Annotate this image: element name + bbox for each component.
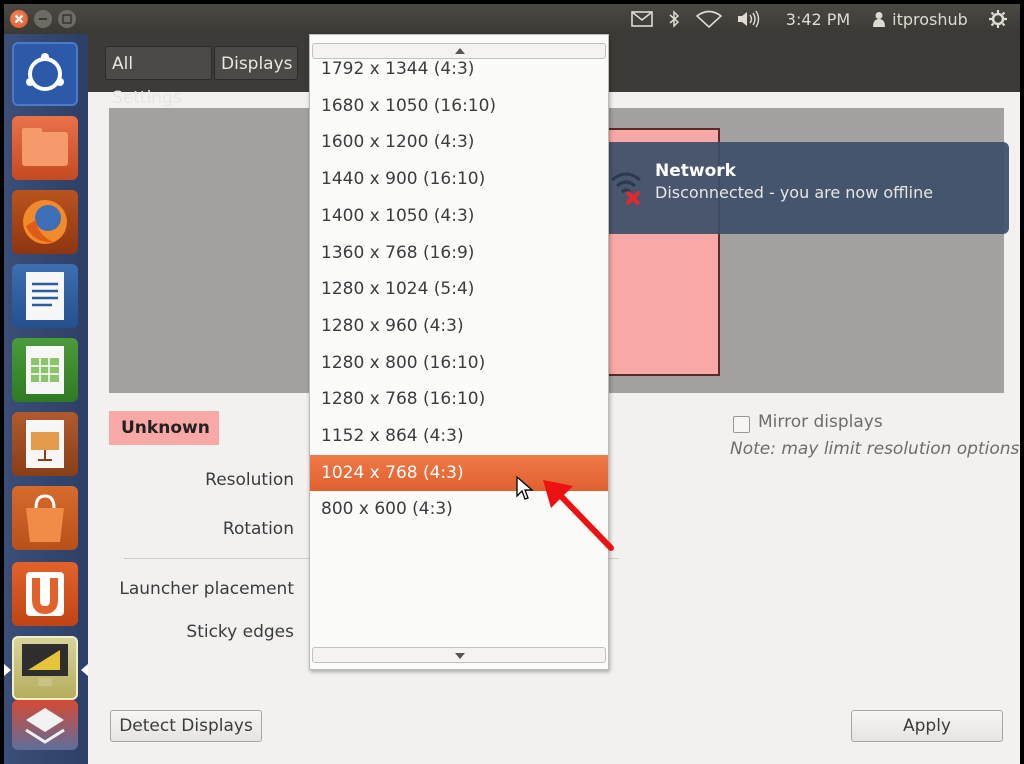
resolution-option[interactable]: 1600 x 1200 (4:3) bbox=[310, 124, 608, 160]
rotation-label: Rotation bbox=[222, 519, 294, 539]
mirror-displays-label[interactable]: Mirror displays bbox=[758, 412, 883, 432]
volume-icon bbox=[738, 10, 760, 28]
user-icon bbox=[873, 12, 886, 27]
mail-icon bbox=[631, 11, 653, 27]
display-name-label: Unknown bbox=[109, 411, 219, 445]
calc-icon[interactable] bbox=[12, 338, 78, 402]
apply-button[interactable]: Apply bbox=[851, 710, 1003, 742]
active-app-indicator-icon bbox=[4, 664, 11, 676]
window-close-button[interactable] bbox=[10, 10, 28, 28]
resolution-option[interactable]: 1280 x 1024 (5:4) bbox=[310, 271, 608, 307]
detect-displays-button[interactable]: Detect Displays bbox=[110, 710, 262, 742]
resolution-option[interactable]: 1280 x 800 (16:10) bbox=[310, 345, 608, 381]
gear-icon bbox=[989, 10, 1007, 28]
files-icon[interactable] bbox=[12, 116, 78, 180]
displays-breadcrumb[interactable]: Displays bbox=[214, 46, 298, 80]
writer-icon[interactable] bbox=[12, 264, 78, 328]
resolution-dropdown-menu[interactable]: 1792 x 1344 (4:3) 1680 x 1050 (16:10) 1600… bbox=[309, 34, 609, 670]
resolution-option[interactable]: 1152 x 864 (4:3) bbox=[310, 418, 608, 454]
mirror-note: Note: may limit resolution options bbox=[730, 439, 1020, 459]
wifi-disconnected-icon bbox=[611, 172, 641, 206]
notification-title: Network bbox=[655, 161, 736, 181]
notification-body: Disconnected - you are now offline bbox=[655, 183, 934, 202]
mouse-cursor-icon bbox=[516, 476, 534, 500]
ubuntu-dash-icon[interactable] bbox=[12, 42, 78, 106]
workspace-switcher-icon[interactable] bbox=[12, 700, 78, 750]
launcher-placement-label: Launcher placement bbox=[119, 579, 294, 599]
mirror-displays-checkbox[interactable] bbox=[733, 416, 750, 433]
session-menu[interactable] bbox=[984, 4, 1012, 34]
scroll-up-button[interactable] bbox=[312, 43, 606, 59]
focused-app-indicator-icon bbox=[81, 664, 88, 676]
mail-indicator[interactable] bbox=[628, 4, 656, 34]
resolution-option[interactable]: 1680 x 1050 (16:10) bbox=[310, 88, 608, 124]
resolution-option[interactable]: 1360 x 768 (16:9) bbox=[310, 235, 608, 271]
clock[interactable]: 3:42 PM bbox=[778, 4, 858, 34]
maximize-icon bbox=[62, 14, 72, 24]
bluetooth-icon bbox=[669, 10, 680, 28]
launcher bbox=[4, 34, 88, 764]
window-maximize-button[interactable] bbox=[58, 10, 76, 28]
user-name: itproshub bbox=[892, 9, 968, 29]
software-center-icon[interactable] bbox=[12, 486, 78, 550]
close-icon bbox=[14, 14, 24, 24]
scroll-down-arrow-icon bbox=[455, 653, 465, 659]
resolution-label: Resolution bbox=[205, 470, 294, 490]
bluetooth-indicator[interactable] bbox=[664, 4, 684, 34]
sticky-edges-label: Sticky edges bbox=[186, 622, 294, 642]
user-menu[interactable]: itproshub bbox=[864, 4, 976, 34]
all-settings-button[interactable]: All Settings bbox=[105, 46, 212, 108]
impress-icon[interactable] bbox=[12, 412, 78, 476]
resolution-option[interactable]: 1280 x 960 (4:3) bbox=[310, 308, 608, 344]
sound-indicator[interactable] bbox=[734, 4, 764, 34]
minimize-icon bbox=[39, 18, 47, 20]
desktop: 3:42 PM itproshub All Settings Displays … bbox=[4, 4, 1020, 764]
scroll-down-button[interactable] bbox=[312, 647, 606, 663]
firefox-icon[interactable] bbox=[12, 190, 78, 254]
window-minimize-button[interactable] bbox=[34, 10, 52, 28]
resolution-option[interactable]: 1280 x 768 (16:10) bbox=[310, 381, 608, 417]
network-indicator[interactable] bbox=[694, 4, 724, 34]
scroll-up-arrow-icon bbox=[455, 48, 465, 54]
annotation-arrow-icon bbox=[543, 480, 614, 551]
resolution-option[interactable]: 1440 x 900 (16:10) bbox=[310, 161, 608, 197]
resolution-option[interactable]: 1400 x 1050 (4:3) bbox=[310, 198, 608, 234]
top-panel: 3:42 PM itproshub bbox=[4, 4, 1020, 34]
display-settings-icon[interactable] bbox=[12, 636, 78, 700]
wifi-icon bbox=[696, 10, 722, 28]
